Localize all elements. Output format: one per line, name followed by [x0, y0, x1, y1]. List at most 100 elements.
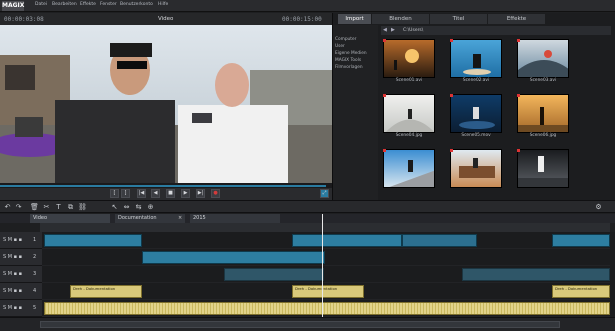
- file-thumbnail: [517, 39, 569, 78]
- timeline-tab-documentation[interactable]: Documentation: [115, 214, 185, 223]
- menu-benutzerkonto[interactable]: Benutzerkonto: [120, 2, 153, 7]
- used-marker: [450, 39, 453, 42]
- video-clip[interactable]: [224, 268, 324, 281]
- used-marker: [450, 149, 453, 152]
- used-marker: [517, 149, 520, 152]
- prev-marker-button[interactable]: |◀: [137, 189, 146, 198]
- media-file[interactable]: Scene05.mov: [450, 94, 502, 138]
- media-file[interactable]: Scene03.avi: [517, 39, 569, 83]
- timeline-tab-2015[interactable]: 2015: [190, 214, 280, 223]
- file-label: Scene03.avi: [529, 78, 557, 83]
- timecode-length: 00:00:15:00: [282, 16, 322, 23]
- settings-icon[interactable]: ⚙: [594, 203, 603, 212]
- transport-bar: [ ] |◀ ◀ ■ ▶ ▶| ● ⤢: [0, 188, 332, 200]
- text-icon[interactable]: T: [54, 203, 63, 212]
- video-clip[interactable]: [44, 234, 142, 247]
- tree-item-computer[interactable]: Computer: [335, 37, 356, 42]
- title-clip[interactable]: Dreh - Dokumentation: [70, 285, 142, 298]
- status-bar: [0, 317, 615, 331]
- tree-item-user[interactable]: User: [335, 44, 345, 49]
- stop-button[interactable]: ■: [166, 189, 175, 198]
- mark-in-button[interactable]: [: [110, 189, 119, 198]
- clip-caption: Dreh - Dokumentation: [295, 286, 338, 291]
- next-marker-button[interactable]: ▶|: [196, 189, 205, 198]
- forward-icon[interactable]: ▶: [391, 27, 395, 33]
- close-tab-icon[interactable]: ×: [178, 215, 182, 221]
- zoom-icon[interactable]: ⊕: [146, 203, 155, 212]
- media-file[interactable]: Scene04.jpg: [383, 94, 435, 138]
- track-header: S M ▪ ▪ 4: [0, 283, 42, 300]
- media-file[interactable]: [383, 149, 435, 188]
- video-clip[interactable]: [552, 234, 610, 247]
- track-number: 4: [33, 288, 37, 294]
- title-clip[interactable]: Dreh - Dokumentation: [292, 285, 364, 298]
- menu-bearbeiten[interactable]: Bearbeiten: [52, 2, 77, 7]
- playhead[interactable]: [322, 214, 323, 317]
- track-row[interactable]: Dreh - Dokumentation Dreh - Dokumentatio…: [42, 283, 610, 300]
- back-icon[interactable]: ◀: [383, 27, 387, 33]
- file-label: Scene01.avi: [395, 78, 423, 83]
- delete-icon[interactable]: 🗑: [30, 203, 39, 212]
- pointer-icon[interactable]: ↖: [110, 203, 119, 212]
- menu-datei[interactable]: Datei: [35, 2, 47, 7]
- track-row[interactable]: [42, 300, 610, 317]
- timeline-scrollbar[interactable]: [40, 321, 560, 328]
- group-icon[interactable]: ⧉: [66, 203, 75, 212]
- video-clip[interactable]: [462, 268, 610, 281]
- title-clip[interactable]: Dreh - Dokumentation: [552, 285, 610, 298]
- timecode-position: 00:00:03:08: [4, 16, 44, 23]
- menu-effekte[interactable]: Effekte: [80, 2, 96, 7]
- undo-icon[interactable]: ↶: [3, 203, 12, 212]
- media-file[interactable]: Scene06.jpg: [517, 94, 569, 138]
- menu-fenster[interactable]: Fenster: [100, 2, 117, 7]
- track-row[interactable]: [42, 249, 610, 266]
- video-clip[interactable]: [292, 234, 402, 247]
- tab-effekte[interactable]: Effekte: [488, 14, 545, 24]
- tab-blenden[interactable]: Blenden: [372, 14, 429, 24]
- video-clip[interactable]: [402, 234, 477, 247]
- file-thumbnail: [383, 39, 435, 78]
- timeline-tab-video[interactable]: Video: [30, 214, 110, 223]
- mark-out-button[interactable]: ]: [121, 189, 130, 198]
- file-thumbnail: [383, 94, 435, 133]
- track-number: 2: [33, 254, 37, 260]
- used-marker: [383, 39, 386, 42]
- used-marker: [450, 94, 453, 97]
- tree-item-filmvorlagen[interactable]: Filmvorlagen: [335, 65, 363, 70]
- media-file[interactable]: Scene01.avi: [383, 39, 435, 83]
- video-preview[interactable]: [0, 25, 332, 183]
- menu-bar: MAGIX Datei Bearbeiten Effekte Fenster B…: [0, 0, 615, 20]
- timeline-ruler[interactable]: [40, 223, 610, 238]
- redo-icon[interactable]: ↷: [14, 203, 23, 212]
- tab-import[interactable]: Import: [338, 14, 371, 24]
- record-button[interactable]: ●: [211, 189, 220, 198]
- track-row[interactable]: [42, 266, 610, 283]
- media-file[interactable]: Scene02.avi: [450, 39, 502, 83]
- tab-titel[interactable]: Titel: [430, 14, 487, 24]
- fullscreen-icon[interactable]: ⤢: [320, 189, 329, 198]
- ripple-icon[interactable]: ⇆: [134, 203, 143, 212]
- play-button[interactable]: ▶: [181, 189, 190, 198]
- media-file[interactable]: [517, 149, 569, 188]
- audio-clip[interactable]: [44, 302, 610, 315]
- timeline-tracks: S M ▪ ▪ 1 S M ▪ ▪ 2 S M ▪ ▪ 3 S M ▪ ▪ 4 S M …: [0, 232, 615, 317]
- track-header: S M ▪ ▪ 5: [0, 300, 42, 317]
- video-clip[interactable]: [142, 251, 325, 264]
- file-thumbnail: [450, 94, 502, 133]
- cut-icon[interactable]: ✂: [42, 203, 51, 212]
- range-icon[interactable]: ⇔: [122, 203, 131, 212]
- used-marker: [383, 149, 386, 152]
- track-header: S M ▪ ▪ 1: [0, 232, 42, 249]
- track-row[interactable]: [42, 232, 610, 249]
- link-icon[interactable]: ⛓: [78, 203, 87, 212]
- tree-item-eigene-medien[interactable]: Eigene Medien: [335, 51, 367, 56]
- rewind-button[interactable]: ◀: [151, 189, 160, 198]
- path-field[interactable]: C:\Users\: [403, 28, 423, 33]
- media-file[interactable]: [450, 149, 502, 188]
- menu-hilfe[interactable]: Hilfe: [158, 2, 168, 7]
- file-thumbnail: [450, 39, 502, 78]
- clip-caption: Dreh - Dokumentation: [555, 286, 598, 291]
- file-thumbnail: [450, 149, 502, 188]
- tree-item-magix-tools[interactable]: MAGIX Tools: [335, 58, 361, 63]
- track-controls: S M ▪ ▪: [3, 254, 23, 260]
